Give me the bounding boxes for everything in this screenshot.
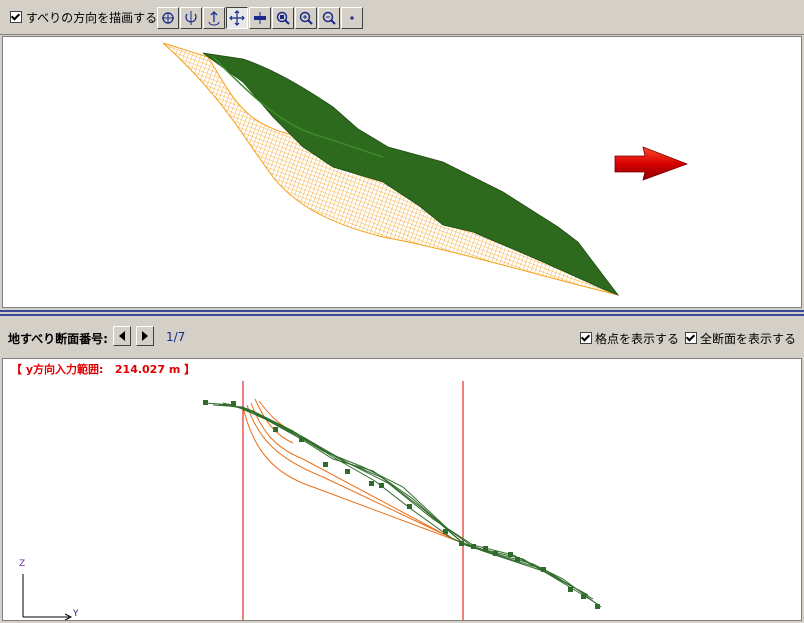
rotate-x-button[interactable] — [157, 7, 179, 29]
zoom-out-icon — [322, 11, 336, 25]
slip-direction-checkbox[interactable] — [10, 11, 22, 23]
vertical-scale-icon — [254, 12, 266, 24]
axis-indicator — [22, 574, 73, 620]
landslide-3d-render — [162, 42, 689, 296]
zoom-out-button[interactable] — [318, 7, 340, 29]
axis-z-label: Z — [19, 559, 26, 569]
triangle-right-icon — [142, 331, 148, 341]
slip-curves — [242, 398, 464, 544]
rotate-z-icon — [208, 11, 220, 26]
slip-direction-arrow — [614, 146, 689, 181]
pan-button[interactable] — [226, 7, 248, 29]
show-all-sections-checkbox[interactable] — [685, 332, 697, 344]
rotate-y-button[interactable] — [180, 7, 202, 29]
next-section-button[interactable] — [136, 326, 154, 346]
terrain-profiles — [204, 402, 602, 608]
zoom-window-button[interactable] — [272, 7, 294, 29]
top-toolbar: すべりの方向を描画する — [0, 0, 804, 35]
slip-direction-label: すべりの方向を描画する — [26, 11, 158, 25]
cross-section-view[interactable]: 【 y方向入力範囲: 214.027 m 】 Z Y — [2, 358, 802, 621]
terrain-surface — [202, 52, 620, 296]
zoom-in-icon — [299, 11, 313, 25]
grid-points — [203, 400, 600, 609]
panel-splitter[interactable] — [0, 308, 804, 318]
zoom-window-icon — [276, 11, 290, 25]
rotate-y-icon — [185, 11, 197, 25]
section-toolbar: 地すべり断面番号: 1/7 格点を表示する 全断面を表示する — [0, 318, 804, 358]
move-icon — [229, 10, 245, 26]
zoom-in-button[interactable] — [295, 7, 317, 29]
show-grid-points-label: 格点を表示する — [595, 332, 680, 346]
rotate-z-button[interactable] — [203, 7, 225, 29]
point-icon — [350, 16, 354, 20]
cross-section-plot — [22, 381, 602, 620]
section-number-label: 地すべり断面番号: — [8, 332, 108, 346]
point-button[interactable] — [341, 7, 363, 29]
rotate-x-icon — [162, 12, 174, 24]
triangle-left-icon — [119, 331, 125, 341]
show-grid-points-checkbox[interactable] — [580, 332, 592, 344]
axis-y-label: Y — [73, 609, 79, 619]
prev-section-button[interactable] — [113, 326, 131, 346]
section-counter: 1/7 — [166, 330, 186, 344]
vertical-scale-button[interactable] — [249, 7, 271, 29]
show-all-sections-label: 全断面を表示する — [700, 332, 797, 346]
landslide-3d-view[interactable] — [2, 36, 802, 308]
